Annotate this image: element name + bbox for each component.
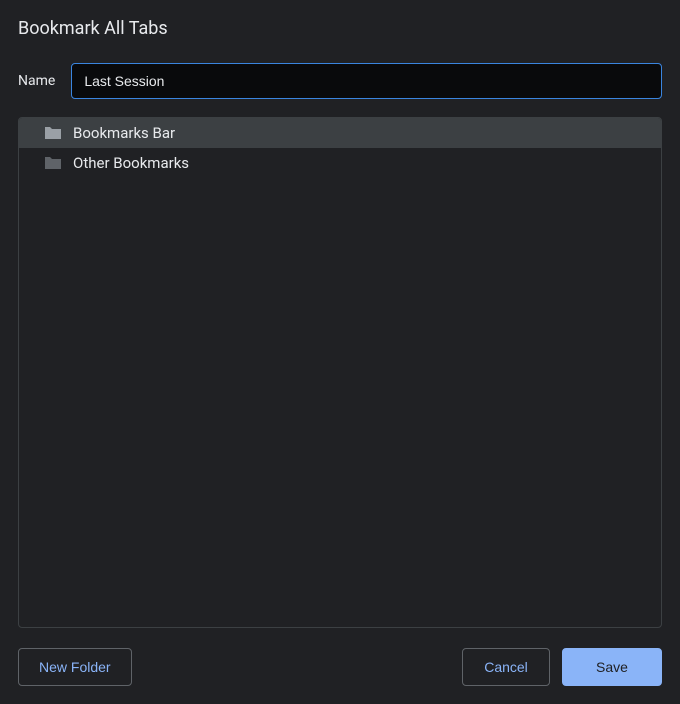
folder-icon — [43, 155, 63, 171]
name-label: Name — [18, 73, 55, 89]
folder-label: Other Bookmarks — [73, 154, 189, 172]
folder-item-other-bookmarks[interactable]: Other Bookmarks — [19, 148, 661, 178]
new-folder-button[interactable]: New Folder — [18, 648, 132, 686]
save-button[interactable]: Save — [562, 648, 662, 686]
folder-label: Bookmarks Bar — [73, 124, 175, 142]
button-row: New Folder Cancel Save — [18, 648, 662, 686]
folder-item-bookmarks-bar[interactable]: Bookmarks Bar — [19, 118, 661, 148]
cancel-button[interactable]: Cancel — [462, 648, 550, 686]
folder-tree[interactable]: Bookmarks Bar Other Bookmarks — [18, 117, 662, 628]
dialog-title: Bookmark All Tabs — [18, 18, 662, 39]
name-row: Name — [18, 63, 662, 99]
folder-icon — [43, 125, 63, 141]
bookmark-name-input[interactable] — [71, 63, 662, 99]
